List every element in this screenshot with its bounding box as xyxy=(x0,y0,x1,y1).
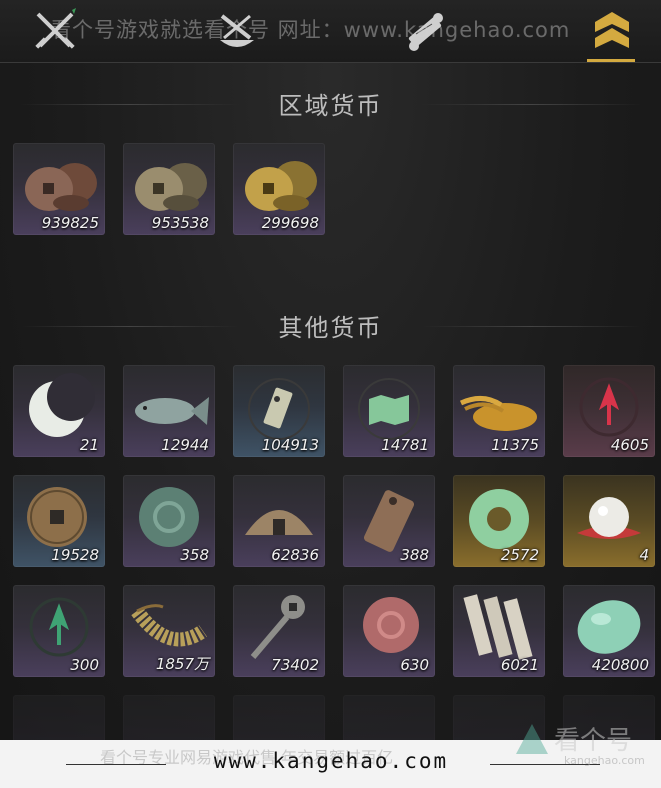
currency-card-regional-bronze[interactable]: 939825 xyxy=(13,143,105,235)
divider-right xyxy=(421,103,641,105)
footer-url: www.kangehao.com xyxy=(213,749,449,773)
currency-count: 11375 xyxy=(491,436,539,454)
currency-card-moon-jade[interactable]: 21 xyxy=(13,365,105,457)
logo-subtext: kangehao.com xyxy=(564,754,645,767)
currency-card-green-sigil[interactable]: 300 xyxy=(13,585,105,677)
section-title-other: 其他货币 xyxy=(0,308,661,343)
currency-card-pearl[interactable]: 4 xyxy=(563,475,655,567)
currency-count: 21 xyxy=(79,436,99,454)
currency-card-regional-silver[interactable]: 953538 xyxy=(123,143,215,235)
currency-count: 358 xyxy=(180,546,209,564)
dye-bowl-icon xyxy=(220,14,254,47)
currency-card-jade-pebble[interactable]: 420800 xyxy=(563,585,655,677)
currency-card-bamboo-slips[interactable]: 6021 xyxy=(453,585,545,677)
currency-card-jade-disc[interactable]: 358 xyxy=(123,475,215,567)
watermark-logo: 看个号 kangehao.com xyxy=(510,718,660,778)
currency-chevron-icon xyxy=(595,12,629,48)
currency-count: 388 xyxy=(400,546,429,564)
currency-count: 73402 xyxy=(271,656,319,674)
currency-count: 953538 xyxy=(151,214,209,232)
currency-card-map[interactable]: 14781 xyxy=(343,365,435,457)
footer-rule-left xyxy=(66,764,166,765)
currency-count: 4 xyxy=(639,546,649,564)
currency-count: 4605 xyxy=(610,436,649,454)
logo-mark-icon xyxy=(516,724,548,754)
currency-card-regional-gold[interactable]: 299698 xyxy=(233,143,325,235)
tab-dye[interactable] xyxy=(210,6,264,56)
currency-count: 1857万 xyxy=(155,655,209,673)
currency-card-red-stone-disc[interactable]: 630 xyxy=(343,585,435,677)
currency-count: 299698 xyxy=(261,214,319,232)
currency-count: 6021 xyxy=(500,656,539,674)
currency-card-coin-sword[interactable]: 73402 xyxy=(233,585,325,677)
tab-scroll[interactable] xyxy=(398,6,452,56)
currency-count: 12944 xyxy=(161,436,209,454)
currency-card-jade-ring[interactable]: 2572 xyxy=(453,475,545,567)
currency-card-half-coin[interactable]: 62836 xyxy=(233,475,325,567)
currency-count: 62836 xyxy=(271,546,319,564)
section-title-regional-text: 区域货币 xyxy=(278,92,383,120)
currency-count: 14781 xyxy=(381,436,429,454)
currency-count: 630 xyxy=(400,656,429,674)
currency-card-fish[interactable]: 12944 xyxy=(123,365,215,457)
currency-count: 19528 xyxy=(51,546,99,564)
currency-count: 939825 xyxy=(41,214,99,232)
currency-card-coin-string[interactable]: 1857万 xyxy=(123,585,215,677)
currency-card-bronze-coin[interactable]: 19528 xyxy=(13,475,105,567)
currency-count: 104913 xyxy=(261,436,319,454)
top-tab-bar xyxy=(0,0,661,63)
currency-count: 420800 xyxy=(591,656,649,674)
scroll-icon xyxy=(408,13,443,51)
currency-count: 2572 xyxy=(500,546,539,564)
divider-right xyxy=(421,325,641,327)
currency-card-red-sigil[interactable]: 4605 xyxy=(563,365,655,457)
tab-currency[interactable] xyxy=(585,6,639,62)
tab-weapons[interactable] xyxy=(28,6,82,56)
logo-text: 看个号 xyxy=(554,726,633,756)
divider-left xyxy=(20,325,240,327)
crossed-swords-icon xyxy=(35,8,76,49)
section-title-other-text: 其他货币 xyxy=(278,314,383,342)
currency-count: 300 xyxy=(70,656,99,674)
currency-card-token-plaque[interactable]: 104913 xyxy=(233,365,325,457)
currency-card-bronze-tablet[interactable]: 388 xyxy=(343,475,435,567)
divider-left xyxy=(20,103,240,105)
currency-card-grain[interactable]: 11375 xyxy=(453,365,545,457)
section-title-regional: 区域货币 xyxy=(0,86,661,121)
